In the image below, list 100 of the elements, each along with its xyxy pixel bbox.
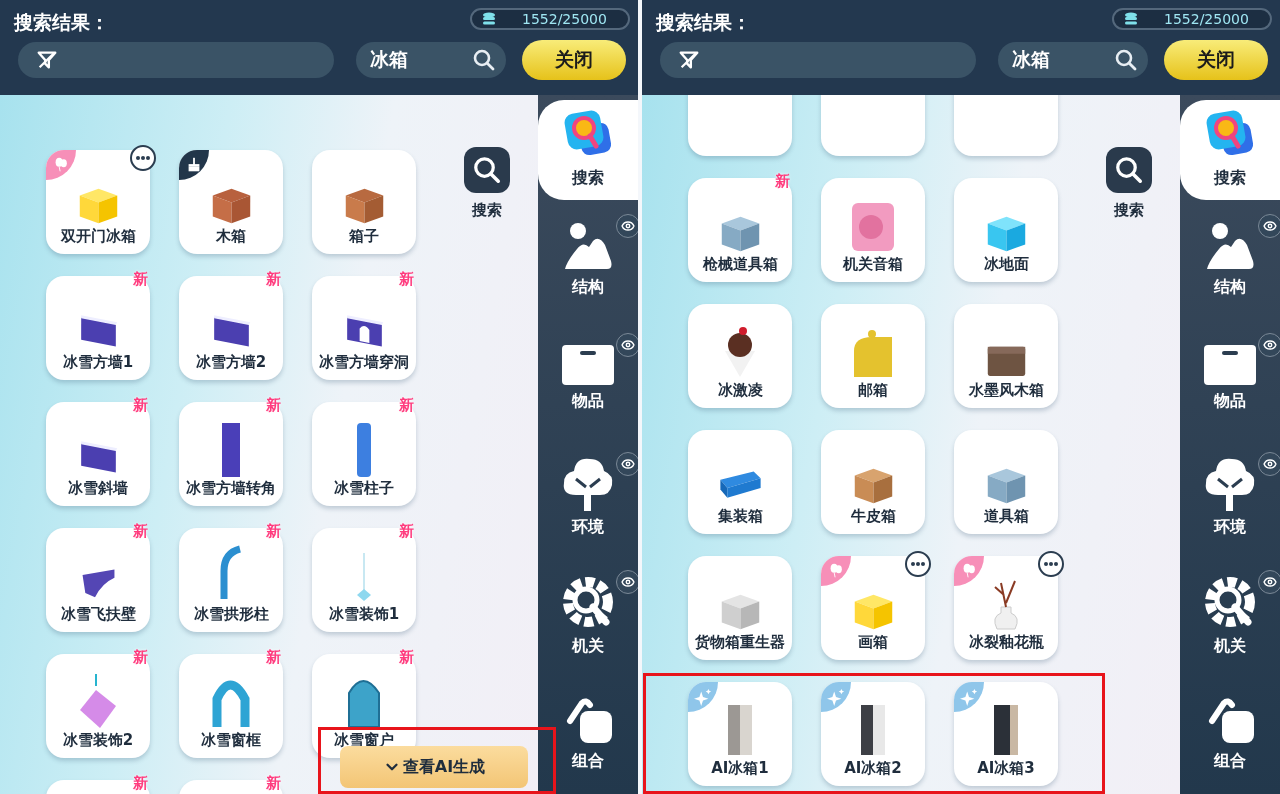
item-thumbnail-drawing <box>355 553 373 603</box>
category-tab[interactable]: 机关 <box>1180 556 1280 676</box>
sparkle-icon <box>960 687 978 707</box>
item-card[interactable]: 牛皮箱 <box>821 430 925 534</box>
category-tab[interactable]: 组合 <box>1180 675 1280 794</box>
visibility-toggle[interactable] <box>1258 332 1280 357</box>
search-button[interactable] <box>464 147 510 193</box>
item-card[interactable]: 画箱 <box>821 556 925 660</box>
visibility-toggle[interactable] <box>1258 213 1280 238</box>
view-ai-button[interactable]: 查看AI生成 <box>340 746 528 788</box>
coin-stack-icon <box>1124 12 1138 26</box>
category-tab[interactable]: 搜索 <box>538 100 638 200</box>
sparkle-icon <box>827 687 845 707</box>
item-name: 机关音箱 <box>843 255 903 274</box>
search-icon <box>1114 155 1144 185</box>
item-name: 冰雪装饰1 <box>328 605 400 624</box>
item-thumbnail-drawing <box>222 423 240 477</box>
item-name: 货物箱重生器 <box>695 633 785 652</box>
category-tab[interactable]: 结构 <box>538 199 638 319</box>
item-thumbnail-drawing <box>852 329 894 379</box>
item-card[interactable]: 机关音箱 <box>821 178 925 282</box>
filter-icon <box>678 49 700 71</box>
coin-stack-icon <box>482 12 496 26</box>
item-name: 冰地面 <box>983 255 1029 274</box>
category-tab[interactable]: 机关 <box>538 556 638 676</box>
item-name: 冰雪方墙1 <box>62 353 134 372</box>
eye-icon <box>1263 456 1277 471</box>
item-name: 画箱 <box>858 633 888 652</box>
category-tab[interactable]: 物品 <box>1180 318 1280 438</box>
visibility-toggle[interactable] <box>616 213 638 238</box>
visibility-toggle[interactable] <box>616 570 638 595</box>
search-button[interactable] <box>1106 147 1152 193</box>
item-card[interactable]: 双开门冰箱 <box>46 150 150 254</box>
item-name: 冰雪方墙穿洞 <box>319 353 409 372</box>
search-field[interactable]: 冰箱 <box>998 42 1148 78</box>
more-icon <box>136 156 150 160</box>
item-card[interactable]: 箱子 <box>312 150 416 254</box>
close-button[interactable]: 关闭 <box>1164 40 1268 80</box>
resource-counter: 1552/25000 <box>470 8 630 30</box>
category-tab[interactable]: 结构 <box>1180 199 1280 319</box>
close-button[interactable]: 关闭 <box>522 40 626 80</box>
item-card[interactable]: 冰激凌 <box>688 304 792 408</box>
eye-icon <box>621 456 635 471</box>
category-tab[interactable]: 环境 <box>538 437 638 557</box>
eye-icon <box>621 575 635 590</box>
category-tab[interactable]: 搜索 <box>1180 100 1280 200</box>
eye-icon <box>1263 337 1277 352</box>
filter-field[interactable] <box>18 42 334 78</box>
more-icon <box>911 562 925 566</box>
visibility-toggle[interactable] <box>616 332 638 357</box>
item-card[interactable]: AI冰箱3 <box>954 682 1058 786</box>
item-name: 冰雪飞扶壁 <box>60 605 136 624</box>
eye-icon <box>1263 218 1277 233</box>
item-name: 冰雪窗框 <box>201 731 261 750</box>
visibility-toggle[interactable] <box>1258 451 1280 476</box>
search-field[interactable]: 冰箱 <box>356 42 506 78</box>
visibility-toggle[interactable] <box>616 451 638 476</box>
more-button[interactable] <box>130 145 156 171</box>
filter-field[interactable] <box>660 42 976 78</box>
item-card[interactable]: 冰地面 <box>954 178 1058 282</box>
search-icon <box>472 48 496 72</box>
item-name: 集装箱 <box>717 507 763 526</box>
item-thumbnail-drawing <box>78 673 118 729</box>
box-icon <box>1204 344 1256 385</box>
box-icon <box>562 344 614 385</box>
item-name: 冰裂釉花瓶 <box>968 633 1044 652</box>
more-button[interactable] <box>905 551 931 577</box>
item-card[interactable]: 道具箱 <box>954 430 1058 534</box>
item-thumbnail-drawing <box>859 703 887 757</box>
item-name: 牛皮箱 <box>850 507 896 526</box>
visibility-toggle[interactable] <box>1258 570 1280 595</box>
item-thumbnail-drawing <box>992 703 1020 757</box>
item-name: 冰激凌 <box>717 381 763 400</box>
item-name: 箱子 <box>349 227 379 246</box>
item-card[interactable]: 水墨风木箱 <box>954 304 1058 408</box>
search-icon <box>1114 48 1138 72</box>
item-card[interactable]: AI冰箱2 <box>821 682 925 786</box>
item-name: 冰雪方墙2 <box>195 353 267 372</box>
category-tab[interactable]: 物品 <box>538 318 638 438</box>
item-card[interactable]: AI冰箱1 <box>688 682 792 786</box>
more-icon <box>1044 562 1058 566</box>
more-button[interactable] <box>1038 551 1064 577</box>
item-card[interactable]: 冰裂釉花瓶 <box>954 556 1058 660</box>
item-card[interactable]: 邮箱 <box>821 304 925 408</box>
item-name: 木箱 <box>216 227 246 246</box>
category-tab[interactable]: 环境 <box>1180 437 1280 557</box>
item-name: AI冰箱1 <box>711 759 769 778</box>
item-name: AI冰箱2 <box>844 759 902 778</box>
item-name: 邮箱 <box>858 381 888 400</box>
item-card[interactable]: 木箱 <box>179 150 283 254</box>
item-thumbnail-drawing <box>357 423 371 477</box>
results-title: 搜索结果： <box>656 10 751 35</box>
eye-icon <box>621 218 635 233</box>
mountain-icon <box>563 220 613 271</box>
search-icon <box>472 155 502 185</box>
category-tab[interactable]: 组合 <box>538 675 638 794</box>
item-thumbnail-drawing <box>850 201 896 253</box>
item-card[interactable]: 货物箱重生器 <box>688 556 792 660</box>
item-card[interactable]: 集装箱 <box>688 430 792 534</box>
item-name: 道具箱 <box>983 507 1029 526</box>
